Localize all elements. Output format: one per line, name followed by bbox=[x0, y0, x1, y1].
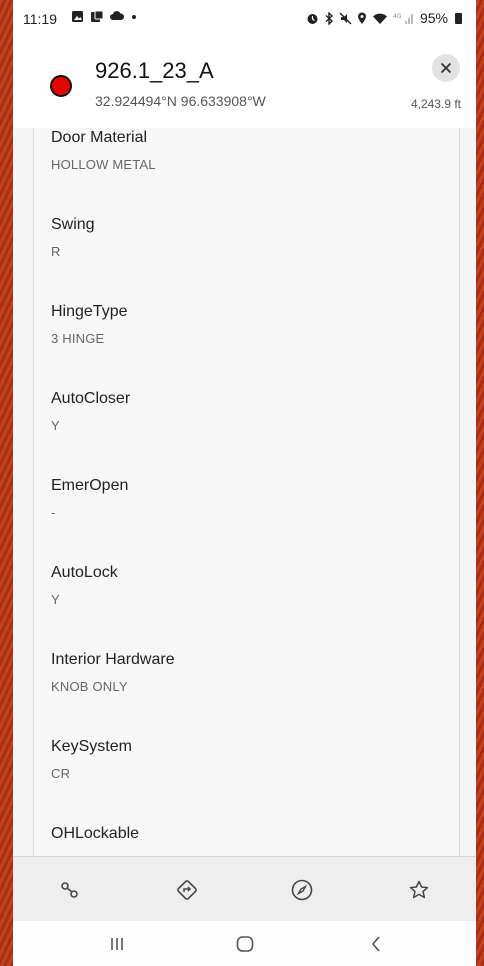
attribute-label: Interior Hardware bbox=[51, 651, 175, 668]
measure-button[interactable] bbox=[55, 875, 85, 905]
attribute-label: AutoCloser bbox=[51, 390, 131, 407]
recent-apps-button[interactable] bbox=[102, 931, 132, 957]
attribute-interior-hardware: Interior Hardware KNOB ONLY bbox=[51, 650, 175, 695]
attribute-label: Door Material bbox=[51, 129, 148, 146]
compass-icon bbox=[291, 879, 313, 901]
attribute-label: KeySystem bbox=[51, 738, 132, 755]
clipboard-icon bbox=[91, 10, 104, 22]
location-icon bbox=[357, 12, 366, 24]
attribute-emer-open: EmerOpen - bbox=[51, 476, 128, 521]
attribute-hinge-type: HingeType 3 HINGE bbox=[51, 302, 128, 347]
favorite-star-icon bbox=[409, 880, 429, 899]
attribute-auto-lock: AutoLock Y bbox=[51, 563, 118, 608]
back-button[interactable] bbox=[361, 931, 391, 957]
attribute-label: EmerOpen bbox=[51, 477, 129, 494]
attribute-oh-lockable: OHLockable bbox=[51, 824, 139, 853]
feature-header: 926.1_23_A 32.924494°N 96.633908°W 4,243… bbox=[13, 40, 476, 128]
attribute-value: R bbox=[51, 244, 61, 259]
signal-icon: 4G bbox=[393, 13, 413, 24]
attribute-key-system: KeySystem CR bbox=[51, 737, 132, 782]
home-icon bbox=[236, 936, 254, 952]
home-button[interactable] bbox=[230, 931, 260, 957]
wifi-icon bbox=[372, 13, 387, 24]
favorite-button[interactable] bbox=[404, 875, 434, 905]
close-button[interactable] bbox=[432, 54, 460, 82]
system-navigation-bar bbox=[13, 921, 476, 966]
status-bar: 11:19 4G 95% bbox=[13, 0, 476, 40]
attribute-value: Y bbox=[51, 592, 60, 607]
back-icon bbox=[371, 936, 380, 952]
attribute-door-material: Door Material HOLLOW METAL bbox=[51, 128, 156, 173]
attribute-value: Y bbox=[51, 418, 60, 433]
attribute-value: - bbox=[51, 505, 56, 520]
feature-marker-icon bbox=[50, 75, 72, 97]
notification-dot bbox=[132, 15, 136, 19]
attribute-value: 3 HINGE bbox=[51, 331, 105, 346]
phone-screen: 11:19 4G 95% 926.1_23_A 32.924494°N 96.6… bbox=[13, 0, 476, 966]
attribute-list[interactable]: Door Material HOLLOW METAL Swing R Hinge… bbox=[33, 128, 460, 856]
cloud-icon bbox=[110, 11, 124, 20]
bottom-action-bar bbox=[13, 856, 476, 922]
attribute-auto-closer: AutoCloser Y bbox=[51, 389, 130, 434]
bluetooth-icon bbox=[325, 11, 333, 25]
attribute-value: KNOB ONLY bbox=[51, 679, 128, 694]
compass-button[interactable] bbox=[287, 875, 317, 905]
alarm-icon bbox=[307, 13, 318, 24]
status-time: 11:19 bbox=[23, 11, 57, 27]
measure-icon bbox=[61, 882, 78, 898]
recent-apps-icon bbox=[111, 938, 123, 950]
attribute-label: Swing bbox=[51, 216, 95, 233]
attribute-value: CR bbox=[51, 766, 71, 781]
status-right-icons: 4G 95% bbox=[306, 10, 462, 26]
mute-icon bbox=[339, 12, 352, 24]
battery-level: 95% bbox=[419, 10, 448, 26]
attribute-swing: Swing R bbox=[51, 215, 95, 260]
svg-text:4G: 4G bbox=[393, 13, 402, 20]
battery-icon bbox=[455, 12, 462, 24]
directions-button[interactable] bbox=[172, 875, 202, 905]
feature-title: 926.1_23_A bbox=[95, 58, 214, 83]
close-icon bbox=[440, 62, 452, 74]
feature-coordinates: 32.924494°N 96.633908°W bbox=[95, 93, 266, 109]
gallery-icon bbox=[72, 11, 83, 22]
status-left-icons bbox=[71, 10, 138, 23]
attribute-label: OHLockable bbox=[51, 825, 140, 842]
attribute-label: HingeType bbox=[51, 303, 128, 320]
directions-icon bbox=[177, 880, 197, 900]
attribute-label: AutoLock bbox=[51, 564, 118, 581]
feature-distance: 4,243.9 ft bbox=[410, 97, 461, 111]
attribute-value: HOLLOW METAL bbox=[51, 157, 156, 172]
